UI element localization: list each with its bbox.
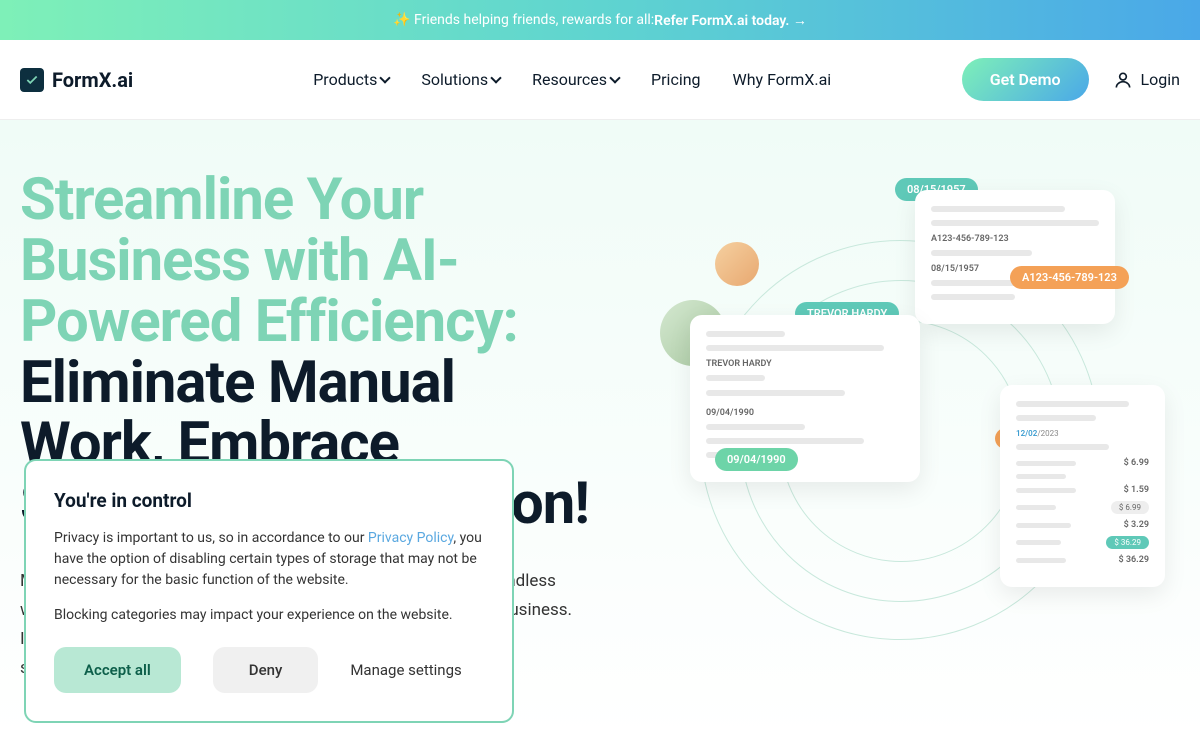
manage-settings-button[interactable]: Manage settings <box>350 661 461 679</box>
avatar <box>715 242 759 286</box>
navbar: FormX.ai Products Solutions Resources Pr… <box>0 40 1200 120</box>
logo-text: FormX.ai <box>52 68 133 92</box>
announcement-link[interactable]: Refer FormX.ai today. → <box>654 12 807 29</box>
id-pill: A123-456-789-123 <box>1010 266 1129 289</box>
cookie-warning: Blocking categories may impact your expe… <box>54 607 484 623</box>
cookie-title: You're in control <box>54 489 484 512</box>
hero-illustration: 08/15/1957 A123-456-789-123 08/15/1957 A… <box>640 160 1180 660</box>
logo[interactable]: FormX.ai <box>20 68 133 92</box>
announcement-text: ✨ Friends helping friends, rewards for a… <box>393 12 654 28</box>
invoice-date-label: 12/02/2023 <box>1016 429 1149 438</box>
privacy-policy-link[interactable]: Privacy Policy <box>368 530 453 546</box>
accept-all-button[interactable]: Accept all <box>54 647 181 693</box>
cookie-description: Privacy is important to us, so in accord… <box>54 528 484 591</box>
cookie-buttons: Accept all Deny Manage settings <box>54 647 484 693</box>
nav-products[interactable]: Products <box>313 70 389 89</box>
announcement-bar[interactable]: ✨ Friends helping friends, rewards for a… <box>0 0 1200 40</box>
dob-pill: 09/04/1990 <box>715 448 798 471</box>
logo-icon <box>20 68 44 92</box>
chevron-down-icon <box>380 72 391 83</box>
chevron-down-icon <box>609 72 620 83</box>
user-icon <box>1113 70 1133 90</box>
deny-button[interactable]: Deny <box>213 647 319 693</box>
nav-resources[interactable]: Resources <box>532 70 619 89</box>
login-link[interactable]: Login <box>1113 70 1180 90</box>
nav-solutions[interactable]: Solutions <box>421 70 500 89</box>
invoice-card: 12/02/2023 $ 6.99 $ 1.59 $ 6.99 $ 3.29 $… <box>1000 385 1165 587</box>
nav-links: Products Solutions Resources Pricing Why… <box>313 70 831 89</box>
get-demo-button[interactable]: Get Demo <box>962 58 1089 101</box>
id-card: A123-456-789-123 08/15/1957 <box>915 190 1115 324</box>
nav-right: Get Demo Login <box>962 58 1180 101</box>
nav-pricing[interactable]: Pricing <box>651 70 701 89</box>
cookie-consent-modal: You're in control Privacy is important t… <box>24 459 514 723</box>
nav-why[interactable]: Why FormX.ai <box>733 70 832 89</box>
chevron-down-icon <box>490 72 501 83</box>
